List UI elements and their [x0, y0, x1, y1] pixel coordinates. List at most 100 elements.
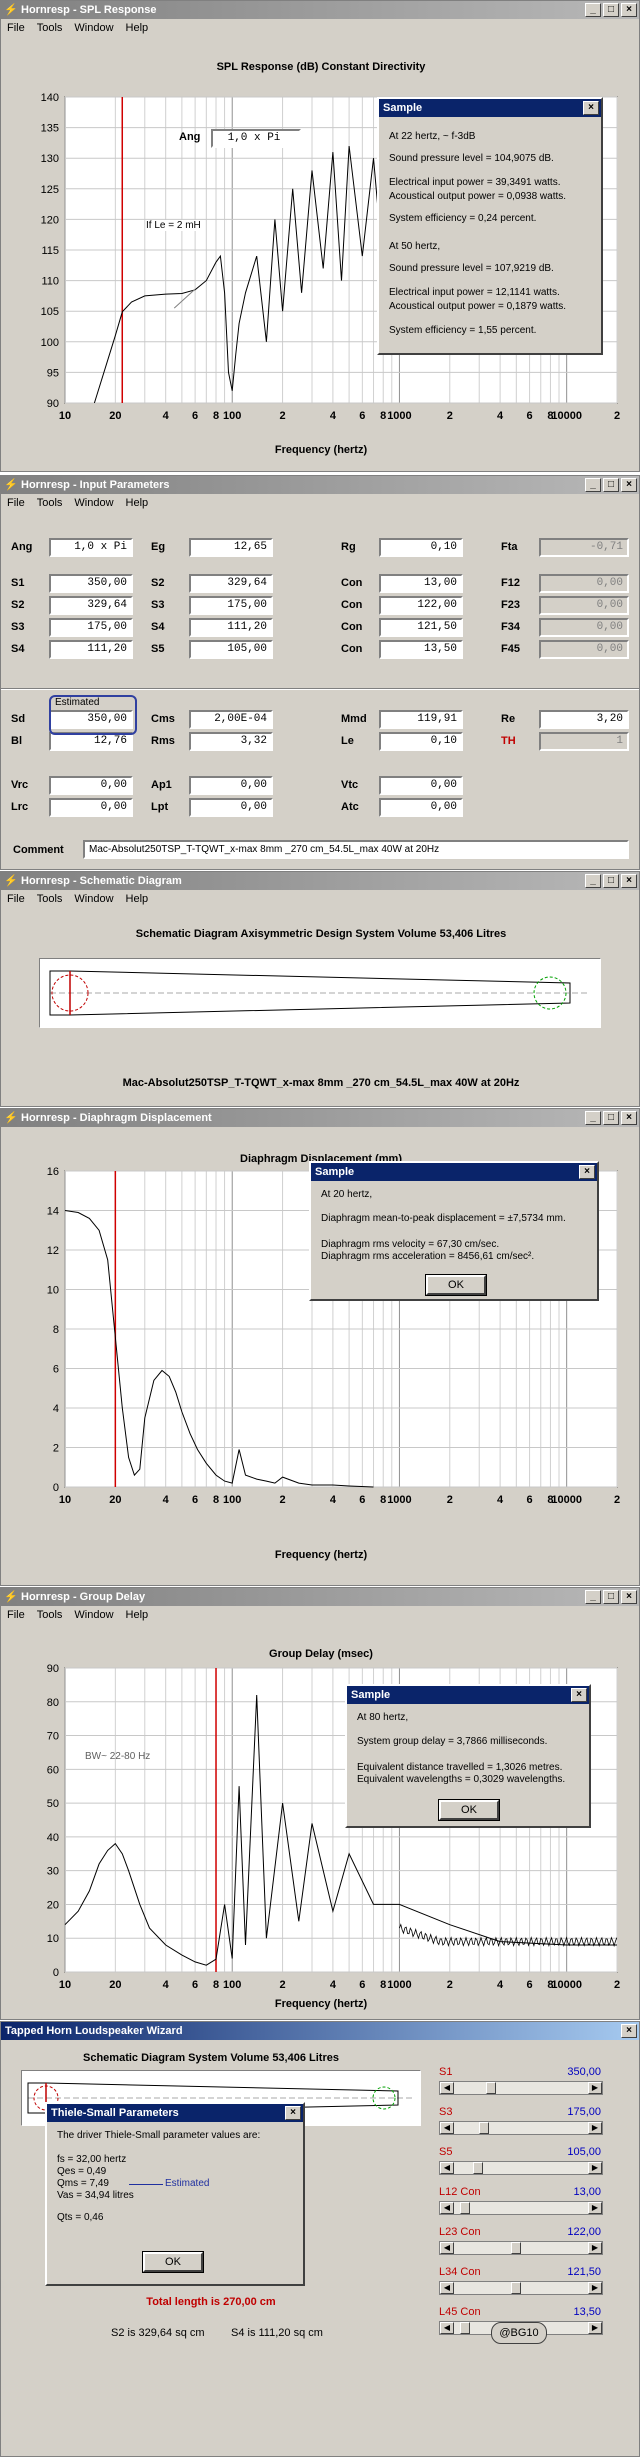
param-field-con[interactable]: 121,50: [379, 618, 463, 637]
param-field-vtc[interactable]: 0,00: [379, 776, 463, 795]
slider-left-arrow-icon[interactable]: ◀: [440, 2202, 454, 2214]
close-icon[interactable]: ×: [621, 874, 637, 888]
param-field-con[interactable]: 13,00: [379, 574, 463, 593]
spl-sample-titlebar[interactable]: Sample ×: [379, 99, 601, 117]
diaphragm-titlebar[interactable]: ⚡ Hornresp - Diaphragm Displacement _ □ …: [1, 1109, 639, 1127]
ok-button[interactable]: OK: [425, 1274, 487, 1296]
param-field-f34[interactable]: 0,00: [539, 618, 629, 637]
slider-thumb[interactable]: [510, 2242, 521, 2254]
param-field-lpt[interactable]: 0,00: [189, 798, 273, 817]
slider-thumb[interactable]: [460, 2322, 471, 2334]
param-field-s4[interactable]: 111,20: [49, 640, 133, 659]
slider-thumb[interactable]: [479, 2122, 490, 2134]
group-delay-titlebar[interactable]: ⚡ Hornresp - Group Delay _ □ ×: [1, 1588, 639, 1606]
param-field-ap1[interactable]: 0,00: [189, 776, 273, 795]
spl-titlebar[interactable]: ⚡ Hornresp - SPL Response _ □ ×: [1, 1, 639, 19]
slider-track[interactable]: ◀ ▶: [439, 2121, 603, 2135]
menu-tools[interactable]: Tools: [37, 890, 63, 908]
param-field-atc[interactable]: 0,00: [379, 798, 463, 817]
param-field-eg[interactable]: 12,65: [189, 538, 273, 557]
close-icon[interactable]: ×: [285, 2106, 301, 2120]
param-field-fta[interactable]: -0,71: [539, 538, 629, 557]
param-field-mmd[interactable]: 119,91: [379, 710, 463, 729]
group-delay-sample-titlebar[interactable]: Sample ×: [347, 1686, 589, 1704]
schematic-titlebar[interactable]: ⚡ Hornresp - Schematic Diagram _ □ ×: [1, 872, 639, 890]
slider-right-arrow-icon[interactable]: ▶: [588, 2082, 602, 2094]
param-field-vrc[interactable]: 0,00: [49, 776, 133, 795]
param-field-re[interactable]: 3,20: [539, 710, 629, 729]
param-field-f12[interactable]: 0,00: [539, 574, 629, 593]
menu-window[interactable]: Window: [74, 494, 113, 512]
maximize-icon[interactable]: □: [603, 478, 619, 492]
slider-left-arrow-icon[interactable]: ◀: [440, 2122, 454, 2134]
close-icon[interactable]: ×: [621, 2024, 637, 2038]
slider-track[interactable]: ◀ ▶: [439, 2281, 603, 2295]
slider-right-arrow-icon[interactable]: ▶: [588, 2122, 602, 2134]
menu-file[interactable]: File: [7, 494, 25, 512]
bg10-button[interactable]: @BG10: [491, 2322, 547, 2344]
slider-left-arrow-icon[interactable]: ◀: [440, 2162, 454, 2174]
close-icon[interactable]: ×: [621, 478, 637, 492]
menu-help[interactable]: Help: [126, 1606, 149, 1624]
slider-track[interactable]: ◀ ▶: [439, 2161, 603, 2175]
param-field-s2[interactable]: 329,64: [189, 574, 273, 593]
minimize-icon[interactable]: _: [585, 1590, 601, 1604]
param-field-s2[interactable]: 329,64: [49, 596, 133, 615]
comment-field[interactable]: Mac-Absolut250TSP_T-TQWT_x-max 8mm _270 …: [83, 840, 629, 859]
ok-button[interactable]: OK: [438, 1799, 500, 1821]
slider-thumb[interactable]: [460, 2202, 471, 2214]
menu-file[interactable]: File: [7, 1606, 25, 1624]
param-field-s1[interactable]: 350,00: [49, 574, 133, 593]
close-icon[interactable]: ×: [621, 1111, 637, 1125]
menu-file[interactable]: File: [7, 19, 25, 37]
menu-tools[interactable]: Tools: [37, 1606, 63, 1624]
slider-left-arrow-icon[interactable]: ◀: [440, 2082, 454, 2094]
diaphragm-sample-titlebar[interactable]: Sample ×: [311, 1163, 597, 1181]
minimize-icon[interactable]: _: [585, 3, 601, 17]
param-field-ang[interactable]: 1,0 x Pi: [49, 538, 133, 557]
spl-ang-field[interactable]: 1,0 x Pi: [211, 129, 301, 148]
slider-right-arrow-icon[interactable]: ▶: [588, 2282, 602, 2294]
close-icon[interactable]: ×: [621, 1590, 637, 1604]
slider-track[interactable]: ◀ ▶: [439, 2241, 603, 2255]
param-field-s3[interactable]: 175,00: [49, 618, 133, 637]
param-field-th[interactable]: 1: [539, 732, 629, 751]
minimize-icon[interactable]: _: [585, 478, 601, 492]
param-field-lrc[interactable]: 0,00: [49, 798, 133, 817]
param-field-rms[interactable]: 3,32: [189, 732, 273, 751]
param-field-s4[interactable]: 111,20: [189, 618, 273, 637]
param-field-s5[interactable]: 105,00: [189, 640, 273, 659]
thiele-small-titlebar[interactable]: Thiele-Small Parameters ×: [47, 2104, 303, 2122]
slider-thumb[interactable]: [510, 2282, 521, 2294]
close-icon[interactable]: ×: [571, 1688, 587, 1702]
slider-track[interactable]: ◀ ▶: [439, 2081, 603, 2095]
slider-left-arrow-icon[interactable]: ◀: [440, 2282, 454, 2294]
minimize-icon[interactable]: _: [585, 874, 601, 888]
param-field-f45[interactable]: 0,00: [539, 640, 629, 659]
slider-left-arrow-icon[interactable]: ◀: [440, 2242, 454, 2254]
param-field-con[interactable]: 122,00: [379, 596, 463, 615]
param-field-cms[interactable]: 2,00E-04: [189, 710, 273, 729]
menu-help[interactable]: Help: [126, 494, 149, 512]
menu-help[interactable]: Help: [126, 890, 149, 908]
param-field-f23[interactable]: 0,00: [539, 596, 629, 615]
menu-window[interactable]: Window: [74, 19, 113, 37]
slider-track[interactable]: ◀ ▶: [439, 2201, 603, 2215]
slider-thumb[interactable]: [472, 2162, 483, 2174]
close-icon[interactable]: ×: [579, 1165, 595, 1179]
minimize-icon[interactable]: _: [585, 1111, 601, 1125]
slider-left-arrow-icon[interactable]: ◀: [440, 2322, 454, 2334]
maximize-icon[interactable]: □: [603, 3, 619, 17]
maximize-icon[interactable]: □: [603, 874, 619, 888]
slider-right-arrow-icon[interactable]: ▶: [588, 2242, 602, 2254]
slider-right-arrow-icon[interactable]: ▶: [588, 2322, 602, 2334]
param-field-s3[interactable]: 175,00: [189, 596, 273, 615]
param-field-con[interactable]: 13,50: [379, 640, 463, 659]
menu-tools[interactable]: Tools: [37, 494, 63, 512]
menu-help[interactable]: Help: [126, 19, 149, 37]
close-icon[interactable]: ×: [583, 101, 599, 115]
param-field-rg[interactable]: 0,10: [379, 538, 463, 557]
input-titlebar[interactable]: ⚡ Hornresp - Input Parameters _ □ ×: [1, 476, 639, 494]
menu-file[interactable]: File: [7, 890, 25, 908]
menu-window[interactable]: Window: [74, 890, 113, 908]
